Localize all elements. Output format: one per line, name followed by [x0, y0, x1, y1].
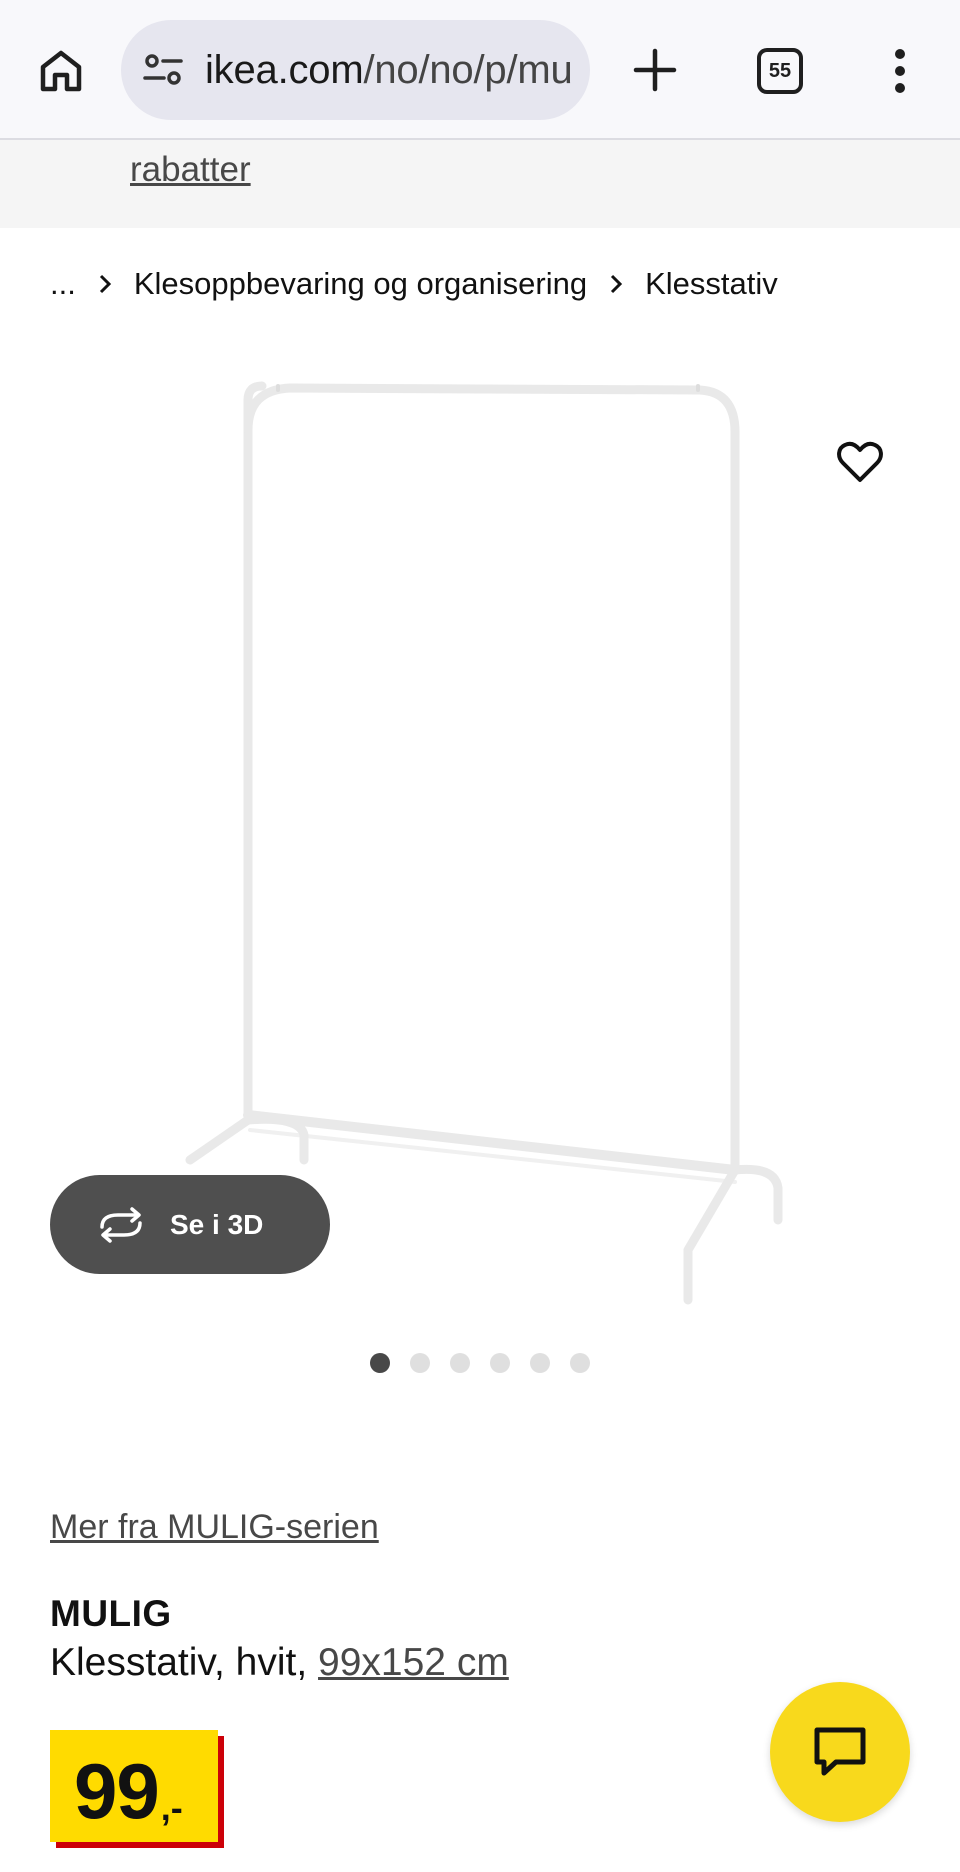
url-path: /no/no/p/mu [363, 47, 573, 92]
product-description: Klesstativ, hvit, 99x152 cm [50, 1641, 509, 1685]
home-icon [40, 50, 82, 92]
url-host: ikea.com [205, 47, 364, 92]
home-button[interactable] [30, 40, 92, 102]
measurement-link[interactable]: 99x152 cm [318, 1641, 509, 1684]
chat-icon [814, 1727, 866, 1776]
browser-toolbar: ikea.com/no/no/p/mu 55 [0, 0, 960, 140]
site-info-button[interactable] [139, 46, 187, 94]
breadcrumb-item-klesoppbevaring[interactable]: Klesoppbevaring og organisering [134, 266, 587, 302]
gallery-pagination [0, 1353, 960, 1373]
plus-icon [633, 48, 677, 92]
price-amount: 99 [74, 1747, 160, 1835]
heart-icon [837, 441, 883, 482]
gallery-dot-5[interactable] [530, 1353, 550, 1373]
breadcrumb-ellipsis[interactable]: ... [50, 266, 76, 302]
discounts-link[interactable]: rabatter [130, 150, 251, 190]
tab-switcher-button[interactable]: 55 [757, 48, 803, 94]
address-bar[interactable]: ikea.com/no/no/p/mu [121, 20, 590, 120]
discount-banner: rabatter [0, 140, 960, 228]
chevron-right-icon [98, 273, 112, 295]
gallery-dot-6[interactable] [570, 1353, 590, 1373]
product-name: MULIG [50, 1593, 172, 1634]
favorite-button[interactable] [832, 434, 888, 490]
product-type: Klesstativ, hvit, [50, 1641, 319, 1684]
breadcrumb-item-klesstativ[interactable]: Klesstativ [645, 266, 778, 302]
breadcrumb: ... Klesoppbevaring og organisering Kles… [50, 262, 778, 306]
price-suffix: ,- [160, 1787, 183, 1828]
browser-menu-button[interactable] [880, 45, 920, 97]
chat-button[interactable] [770, 1682, 910, 1822]
view-in-3d-label: Se i 3D [170, 1208, 264, 1240]
gallery-dot-2[interactable] [410, 1353, 430, 1373]
url-text: ikea.com/no/no/p/mu [205, 48, 573, 93]
series-link[interactable]: Mer fra MULIG-serien [50, 1508, 379, 1547]
tune-icon [143, 54, 183, 85]
view-in-3d-button[interactable]: Se i 3D [50, 1175, 330, 1274]
gallery-dot-1[interactable] [370, 1353, 390, 1373]
new-tab-button[interactable] [627, 42, 683, 98]
chevron-right-icon [609, 273, 623, 295]
rotate-3d-icon [94, 1205, 148, 1245]
gallery-dot-3[interactable] [450, 1353, 470, 1373]
more-vert-icon [895, 49, 905, 93]
price-tag: 99 ,- [50, 1730, 218, 1842]
gallery-dot-4[interactable] [490, 1353, 510, 1373]
